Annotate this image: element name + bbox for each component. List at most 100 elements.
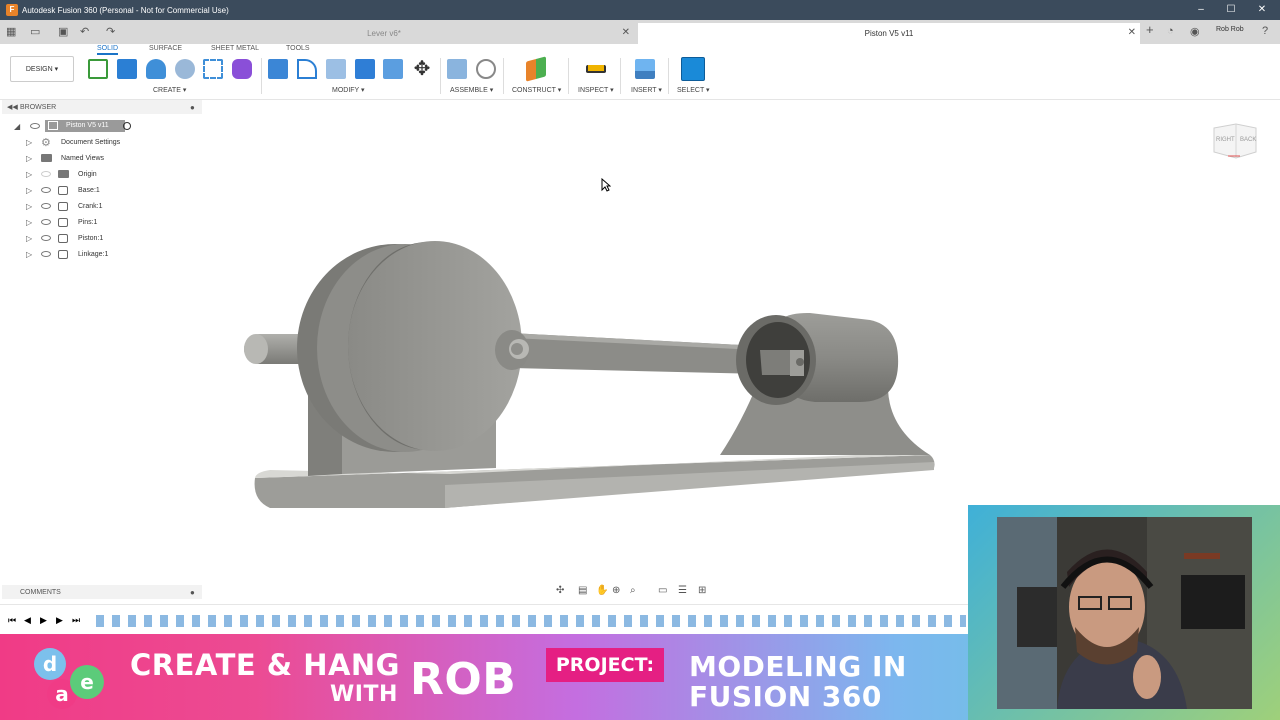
comments-panel[interactable]: COMMENTS ● xyxy=(2,585,202,599)
viewcube[interactable]: RIGHT BACK xyxy=(1210,120,1260,160)
shell-icon[interactable] xyxy=(326,59,346,79)
account-name[interactable]: Rob Rob xyxy=(1216,26,1244,33)
piston-cylinder[interactable] xyxy=(720,312,930,455)
fillet-icon[interactable] xyxy=(297,59,317,79)
revolve-icon[interactable] xyxy=(146,59,166,79)
browser-item-document-settings[interactable]: ▷ ⚙ Document Settings xyxy=(12,135,202,149)
move-icon[interactable]: ✥ xyxy=(412,59,432,79)
select-menu[interactable]: SELECT ▾ xyxy=(677,86,710,94)
zoom-icon[interactable]: ⊕ xyxy=(612,585,620,596)
piston-engine-model[interactable] xyxy=(230,230,950,520)
activate-radio-icon[interactable] xyxy=(123,122,131,130)
collapse-arrow-icon[interactable]: ◢ xyxy=(14,122,20,131)
workspace-switcher[interactable]: DESIGN ▾ xyxy=(10,56,74,82)
minimize-button[interactable]: – xyxy=(1186,0,1216,20)
measure-icon[interactable] xyxy=(586,65,606,73)
expand-arrow-icon[interactable]: ▷ xyxy=(26,186,32,195)
browser-item-origin[interactable]: ▷ Origin xyxy=(12,167,202,181)
modify-menu[interactable]: MODIFY ▾ xyxy=(332,86,365,94)
visibility-eye-icon[interactable] xyxy=(41,251,51,257)
timeline-play-icon[interactable]: ▶ xyxy=(40,615,47,626)
new-component-icon[interactable] xyxy=(447,59,467,79)
pattern-icon[interactable] xyxy=(203,59,223,79)
expand-arrow-icon[interactable]: ▷ xyxy=(26,218,32,227)
notifications-icon[interactable]: ◉ xyxy=(1190,25,1200,38)
tab-surface[interactable]: SURFACE xyxy=(149,45,182,52)
create-menu[interactable]: CREATE ▾ xyxy=(153,86,186,94)
combine-icon[interactable] xyxy=(355,59,375,79)
form-icon[interactable] xyxy=(232,59,252,79)
maximize-button[interactable]: ☐ xyxy=(1216,0,1246,20)
grid-settings-icon[interactable]: ☰ xyxy=(678,585,687,596)
expand-arrow-icon[interactable]: ▷ xyxy=(26,202,32,211)
inspect-label: INSPECT xyxy=(578,87,609,94)
tab-solid[interactable]: SOLID xyxy=(97,45,119,55)
undo-icon[interactable]: ↶ xyxy=(80,25,89,38)
job-status-icon[interactable]: ◔ xyxy=(1167,25,1174,37)
tab-sheet-metal[interactable]: SHEET METAL xyxy=(211,45,259,52)
viewports-icon[interactable]: ⊞ xyxy=(698,585,706,596)
new-tab-icon[interactable]: + xyxy=(1146,22,1154,37)
timeline-forward-icon[interactable]: ▶ xyxy=(56,615,63,626)
tab-piston[interactable]: Piston V5 v11 ✕ xyxy=(638,23,1140,44)
joint-icon[interactable] xyxy=(476,59,496,79)
visibility-eye-icon[interactable] xyxy=(41,235,51,241)
collapse-browser-icon[interactable]: ◀◀ xyxy=(7,103,18,111)
close-button[interactable]: ✕ xyxy=(1247,0,1277,20)
orbit-icon[interactable]: ✣ xyxy=(556,585,564,596)
timeline-features[interactable] xyxy=(96,615,966,627)
expand-arrow-icon[interactable]: ▷ xyxy=(26,234,32,243)
display-settings-icon[interactable]: ▭ xyxy=(658,585,667,596)
tab-tools[interactable]: TOOLS xyxy=(286,45,310,52)
browser-item-base[interactable]: ▷ Base:1 xyxy=(12,183,202,197)
save-icon[interactable]: ▣ xyxy=(58,25,68,38)
viewcube-back-face[interactable]: BACK xyxy=(1240,137,1256,143)
fit-icon[interactable]: ⌕ xyxy=(630,585,636,596)
browser-item-named-views[interactable]: ▷ Named Views xyxy=(12,151,202,165)
construct-menu[interactable]: CONSTRUCT ▾ xyxy=(512,86,561,94)
redo-icon[interactable]: ↷ xyxy=(106,25,115,38)
visibility-eye-icon[interactable] xyxy=(41,203,51,209)
browser-root[interactable]: ◢ Piston V5 v11 xyxy=(12,119,202,133)
insert-menu[interactable]: INSERT ▾ xyxy=(631,86,662,94)
timeline-back-icon[interactable]: ◀ xyxy=(24,615,31,626)
pin-icon[interactable]: ● xyxy=(190,103,195,112)
select-icon[interactable] xyxy=(681,57,705,81)
timeline-start-icon[interactable]: ⏮ xyxy=(8,615,16,626)
tab-lever[interactable]: Lever v6* ✕ xyxy=(134,23,634,44)
hidden-eye-icon[interactable] xyxy=(41,171,51,177)
offset-face-icon[interactable] xyxy=(383,59,403,79)
viewcube-right-face[interactable]: RIGHT xyxy=(1216,137,1235,143)
app-grid-icon[interactable]: ▦ xyxy=(6,25,16,38)
expand-arrow-icon[interactable]: ▷ xyxy=(26,170,32,179)
visibility-eye-icon[interactable] xyxy=(41,187,51,193)
browser-item-piston[interactable]: ▷ Piston:1 xyxy=(12,231,202,245)
offset-plane-icon[interactable] xyxy=(526,56,546,82)
browser-header[interactable]: ◀◀ BROWSER ● xyxy=(2,100,202,114)
expand-arrow-icon[interactable]: ▷ xyxy=(26,138,32,147)
inspect-menu[interactable]: INSPECT ▾ xyxy=(578,86,614,94)
comments-pin-icon[interactable]: ● xyxy=(190,588,195,597)
close-tab-icon[interactable]: ✕ xyxy=(622,27,630,38)
hole-icon[interactable] xyxy=(175,59,195,79)
look-at-icon[interactable]: ▤ xyxy=(578,585,587,596)
browser-item-crank[interactable]: ▷ Crank:1 xyxy=(12,199,202,213)
expand-arrow-icon[interactable]: ▷ xyxy=(26,154,32,163)
browser-item-linkage[interactable]: ▷ Linkage:1 xyxy=(12,247,202,261)
assemble-menu[interactable]: ASSEMBLE ▾ xyxy=(450,86,493,94)
crank-disk[interactable] xyxy=(297,241,522,452)
insert-image-icon[interactable] xyxy=(635,59,655,79)
press-pull-icon[interactable] xyxy=(268,59,288,79)
create-sketch-icon[interactable] xyxy=(88,59,108,79)
file-menu-icon[interactable]: ▭ xyxy=(30,25,40,38)
timeline[interactable]: ⏮ ◀ ▶ ▶ ⏭ xyxy=(0,604,968,634)
browser-item-pins[interactable]: ▷ Pins:1 xyxy=(12,215,202,229)
pan-icon[interactable]: ✋ xyxy=(596,585,608,596)
visibility-eye-icon[interactable] xyxy=(41,219,51,225)
close-tab-icon[interactable]: ✕ xyxy=(1128,27,1136,38)
expand-arrow-icon[interactable]: ▷ xyxy=(26,250,32,259)
visibility-eye-icon[interactable] xyxy=(30,123,40,129)
extrude-icon[interactable] xyxy=(117,59,137,79)
help-icon[interactable]: ? xyxy=(1262,25,1268,37)
timeline-end-icon[interactable]: ⏭ xyxy=(72,615,80,626)
